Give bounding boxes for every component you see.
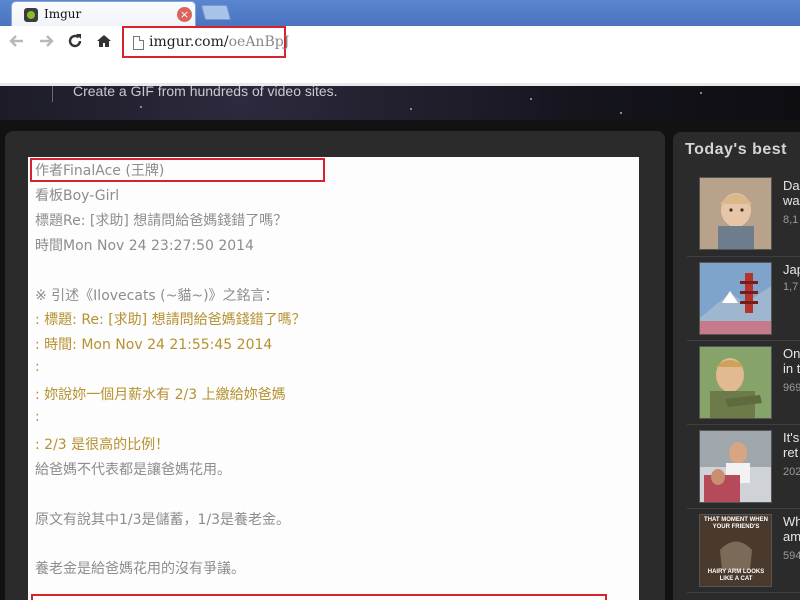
- banner-text[interactable]: Create a GIF from hundreds of video site…: [73, 83, 338, 99]
- post-line: 看板Boy-Girl: [35, 188, 120, 204]
- highlight-box-bottom: [31, 594, 607, 600]
- highlight-box-author: [30, 158, 325, 182]
- post-line: : 2/3 是很高的比例！: [35, 437, 170, 453]
- meme-text-top: THAT MOMENT WHEN YOUR FRIEND'S: [704, 517, 768, 530]
- sidebar-thumb-1[interactable]: [699, 262, 772, 335]
- reload-icon[interactable]: [64, 32, 86, 54]
- sidebar-item-title[interactable]: Jap: [783, 262, 800, 277]
- sidebar-divider: [687, 340, 800, 341]
- sidebar-item-meta: 594: [783, 550, 800, 562]
- forward-arrow-icon[interactable]: [35, 32, 57, 54]
- tab-close-icon[interactable]: ×: [177, 7, 192, 22]
- header-banner: Create a GIF from hundreds of video site…: [0, 83, 800, 120]
- meme-text-bottom: HAIRY ARM LOOKS LIKE A CAT: [707, 569, 765, 582]
- back-arrow-icon[interactable]: [6, 32, 28, 54]
- url-text: imgur.com/oeAnBpJ: [149, 34, 289, 50]
- post-line: ※ 引述《Ilovecats (~貓~)》之銘言：: [35, 288, 279, 304]
- tab-strip: Imgur ×: [0, 0, 800, 26]
- sidebar-item-title-cont[interactable]: ret: [783, 445, 798, 460]
- sidebar-item-title-cont[interactable]: in t: [783, 361, 800, 376]
- address-bar[interactable]: imgur.com/oeAnBpJ: [122, 26, 289, 58]
- post-line: 養老金是給爸媽花用的沒有爭議。: [35, 561, 245, 577]
- sidebar-thumb-2[interactable]: [699, 346, 772, 419]
- sidebar-thumb-3[interactable]: [699, 430, 772, 503]
- browser-toolbar: imgur.com/oeAnBpJ: [0, 26, 800, 86]
- post-line: 標題Re: [求助] 想請問給爸媽錢錯了嗎？: [35, 213, 288, 229]
- sidebar-item-meta: 969: [783, 382, 800, 394]
- post-line: 時間Mon Nov 24 23:27:50 2014: [35, 238, 254, 254]
- banner-divider: [52, 86, 53, 102]
- sidebar-item-title-cont[interactable]: am: [783, 529, 800, 544]
- post-line: : 妳說妳一個月薪水有 2/3 上繳給妳爸媽: [35, 387, 286, 403]
- tab-imgur[interactable]: Imgur ×: [11, 1, 196, 26]
- post-line: : 時間: Mon Nov 24 21:55:45 2014: [35, 337, 273, 353]
- sidebar-thumb-4[interactable]: THAT MOMENT WHEN YOUR FRIEND'S HAIRY ARM…: [699, 514, 772, 587]
- sidebar-divider: [687, 592, 800, 593]
- url-path: oeAnBpJ: [228, 34, 290, 50]
- sidebar-item-title-cont[interactable]: wa: [783, 193, 800, 208]
- sidebar-item-meta: 1,7: [783, 281, 799, 293]
- sidebar-divider: [687, 256, 800, 257]
- post-line: 原文有說其中1/3是儲蓄，1/3是養老金。: [35, 512, 291, 528]
- sidebar-item-title[interactable]: On: [783, 346, 800, 361]
- sidebar-thumb-0[interactable]: [699, 177, 772, 250]
- sidebar-item-title[interactable]: Wh: [783, 514, 800, 529]
- sidebar-item-meta: 8,1: [783, 214, 799, 226]
- sidebar-item-meta: 202: [783, 466, 800, 478]
- post-line: : 標題: Re: [求助] 想請問給爸媽錢錯了嗎？: [35, 312, 306, 328]
- sidebar-title: Today's best: [685, 141, 787, 158]
- post-line: :: [35, 359, 40, 375]
- tab-title: Imgur: [44, 7, 82, 21]
- sidebar-item-title[interactable]: Da: [783, 178, 800, 193]
- new-tab-button[interactable]: [200, 5, 232, 20]
- sidebar-divider: [687, 508, 800, 509]
- page-icon: [133, 36, 144, 50]
- url-host: imgur.com/: [149, 34, 229, 50]
- imgur-favicon-icon: [24, 8, 38, 22]
- home-icon[interactable]: [93, 32, 115, 54]
- sidebar-divider: [687, 424, 800, 425]
- post-line: 給爸媽不代表都是讓爸媽花用。: [35, 462, 231, 478]
- post-line: :: [35, 409, 40, 425]
- sidebar-item-title[interactable]: It's: [783, 430, 799, 445]
